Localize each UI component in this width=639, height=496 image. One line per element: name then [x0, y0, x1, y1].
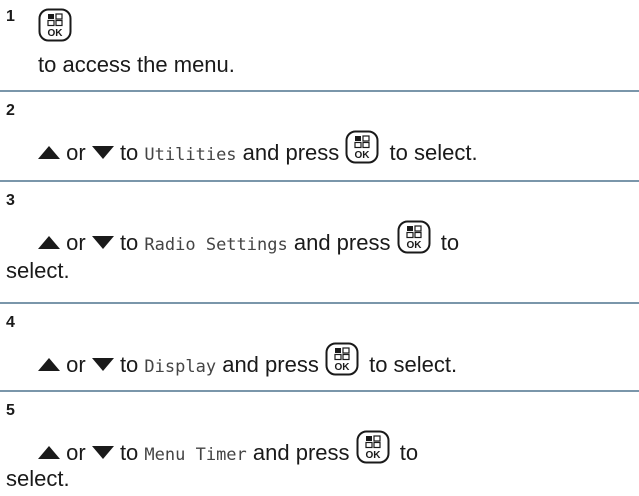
divider — [0, 90, 639, 92]
ok-key-icon — [345, 130, 379, 164]
step-suffix: to — [440, 230, 460, 255]
divider — [0, 390, 639, 392]
to-text: to — [119, 230, 139, 255]
menu-item-name: Radio Settings — [144, 235, 288, 255]
ok-key-icon — [38, 8, 72, 42]
down-arrow-icon — [92, 446, 114, 459]
menu-item-name: Display — [144, 357, 217, 377]
step-text-wrap: select. — [6, 254, 606, 288]
step-text: or to Display and press to select. — [38, 342, 638, 384]
and-press-text: and press — [222, 352, 319, 377]
step-suffix: to select. — [389, 140, 478, 165]
and-press-text: and press — [242, 140, 340, 165]
ok-key-icon — [356, 430, 390, 464]
up-arrow-icon — [38, 236, 60, 249]
down-arrow-icon — [92, 146, 114, 159]
to-text: to — [119, 140, 139, 165]
down-arrow-icon — [92, 358, 114, 371]
step-text-wrap: select. — [6, 462, 606, 496]
divider — [0, 180, 639, 182]
to-text: to — [119, 352, 139, 377]
step-suffix: to select. — [369, 352, 458, 377]
step-text: or to Utilities and press to select. — [38, 130, 638, 172]
down-arrow-icon — [92, 236, 114, 249]
or-text: or — [66, 140, 86, 165]
step-number: 4 — [6, 314, 15, 331]
up-arrow-icon — [38, 358, 60, 371]
up-arrow-icon — [38, 146, 60, 159]
ok-key-icon — [397, 220, 431, 254]
divider — [0, 302, 639, 304]
step-suffix-wrap: select. — [6, 258, 70, 283]
up-arrow-icon — [38, 446, 60, 459]
step-number: 5 — [6, 402, 15, 419]
step-suffix-wrap: select. — [6, 466, 70, 491]
step-suffix: to access the menu. — [38, 52, 235, 77]
step-number: 1 — [6, 8, 15, 25]
step-number: 2 — [6, 102, 15, 119]
ok-key-icon — [325, 342, 359, 376]
step-number: 3 — [6, 192, 15, 209]
or-text: or — [66, 230, 86, 255]
step-text: to access the menu. — [38, 8, 638, 82]
and-press-text: and press — [293, 230, 391, 255]
menu-item-name: Utilities — [144, 145, 237, 165]
or-text: or — [66, 352, 86, 377]
